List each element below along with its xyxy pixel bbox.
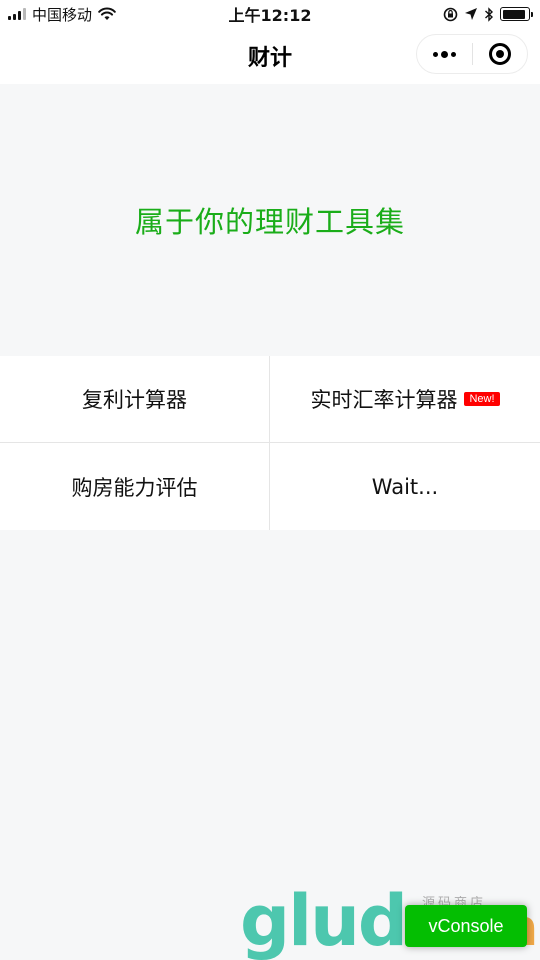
page-title: 财计 [247, 46, 292, 71]
tool-label: Wait... [371, 474, 439, 499]
battery-level [502, 9, 525, 19]
carrier-name: 中国移动 [32, 5, 93, 24]
status-bar: 中国移动 上午12:12 [0, 0, 540, 28]
tool-grid: 复利计算器 实时汇率计算器 New! 购房能力评估 Wait... [0, 356, 540, 530]
tool-compound-interest[interactable]: 复利计算器 [0, 356, 270, 443]
cellular-signal-icon [8, 8, 26, 20]
watermark-brand: glud [240, 880, 408, 960]
wifi-icon [98, 7, 116, 20]
more-dots-icon [432, 50, 456, 58]
new-badge: New! [464, 392, 500, 406]
tool-label: 实时汇率计算器 [310, 388, 458, 412]
tool-label: 复利计算器 [82, 388, 187, 412]
tool-wait[interactable]: Wait... [270, 443, 540, 530]
tool-home-affordability[interactable]: 购房能力评估 [0, 443, 270, 530]
mini-program-capsule [416, 34, 528, 74]
nav-bar: 财计 [0, 28, 540, 84]
battery-icon [500, 7, 533, 21]
tool-exchange-rate[interactable]: 实时汇率计算器 New! [270, 356, 540, 443]
bluetooth-icon [485, 6, 494, 22]
status-right [443, 6, 533, 22]
location-arrow-icon [465, 8, 477, 20]
close-button[interactable] [473, 35, 528, 73]
hero-banner: 属于你的理财工具集 [0, 84, 540, 356]
more-button[interactable] [417, 35, 472, 73]
vconsole-label: vConsole [428, 915, 504, 936]
vconsole-button[interactable]: vConsole [405, 905, 527, 947]
status-left: 中国移动 [8, 4, 116, 25]
rotation-lock-icon [443, 7, 458, 21]
tool-label: 购房能力评估 [71, 475, 198, 500]
target-close-icon [488, 43, 511, 65]
hero-tagline: 属于你的理财工具集 [134, 205, 405, 239]
